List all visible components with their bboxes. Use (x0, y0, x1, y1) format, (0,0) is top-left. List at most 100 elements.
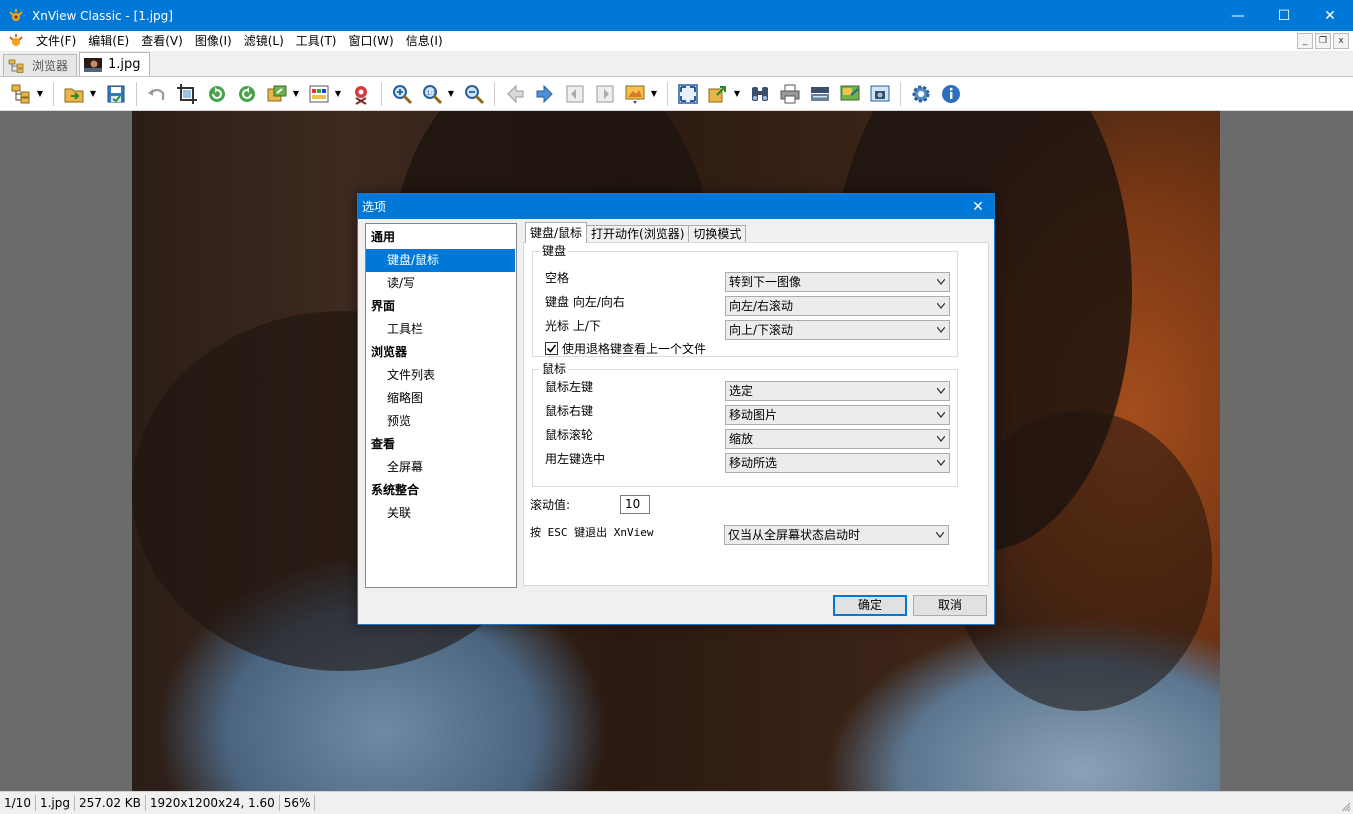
previous-button[interactable] (503, 82, 527, 106)
scanner-button[interactable] (808, 82, 832, 106)
space-key-select[interactable]: 转到下一图像 (725, 272, 950, 292)
menu-tools[interactable]: 工具(T) (290, 31, 343, 51)
tree-item-view[interactable]: 查看 (366, 433, 516, 456)
up-down-key-select[interactable]: 向上/下滚动 (725, 320, 950, 340)
mdi-minimize-button[interactable]: _ (1297, 33, 1313, 49)
browser-icon (11, 84, 30, 103)
mdi-close-button[interactable]: x (1333, 33, 1349, 49)
category-tree: 通用 键盘/鼠标 读/写 界面 工具栏 浏览器 文件列表 缩略图 预览 查看 全… (365, 223, 517, 588)
dialog-close-button[interactable]: ✕ (962, 194, 994, 219)
info-button[interactable] (939, 82, 963, 106)
menu-edit[interactable]: 编辑(E) (82, 31, 135, 51)
left-select-label: 用左键选中 (545, 452, 606, 466)
menu-info[interactable]: 信息(I) (400, 31, 449, 51)
tree-item-thumbnails[interactable]: 缩略图 (366, 387, 516, 410)
print-button[interactable] (778, 82, 802, 106)
wheel-value: 缩放 (729, 432, 754, 446)
right-button-select[interactable]: 移动图片 (725, 405, 950, 425)
adjust-button[interactable] (307, 82, 331, 106)
open-dropdown-arrow[interactable]: ▼ (89, 82, 97, 106)
undo-icon (148, 88, 165, 100)
esc-exit-select[interactable]: 仅当从全屏幕状态启动时 (724, 525, 949, 545)
tree-item-general[interactable]: 通用 (366, 226, 516, 249)
rotate-left-button[interactable] (205, 82, 229, 106)
browser-dropdown-arrow[interactable]: ▼ (36, 82, 44, 106)
document-menu-icon[interactable] (8, 33, 24, 49)
backspace-checkbox[interactable] (545, 342, 558, 355)
convert-button[interactable] (265, 82, 289, 106)
resize-grip-icon[interactable] (1341, 802, 1351, 812)
find-button[interactable] (748, 82, 772, 106)
mdi-restore-button[interactable]: ❐ (1315, 33, 1331, 49)
menu-filter[interactable]: 滤镜(L) (238, 31, 290, 51)
maximize-button[interactable]: ☐ (1261, 0, 1307, 31)
zoom-out-button[interactable] (462, 82, 486, 106)
left-button-select[interactable]: 选定 (725, 381, 950, 401)
zoom-in-button[interactable] (390, 82, 414, 106)
tree-item-preview[interactable]: 预览 (366, 410, 516, 433)
wheel-select[interactable]: 缩放 (725, 429, 950, 449)
settings-button[interactable] (909, 82, 933, 106)
menu-image[interactable]: 图像(I) (189, 31, 238, 51)
first-button[interactable] (563, 82, 587, 106)
tab-browser[interactable]: 浏览器 (3, 54, 78, 76)
tab-open-action[interactable]: 打开动作(浏览器) (586, 225, 690, 243)
browser-button[interactable] (9, 82, 33, 106)
convert-dropdown-arrow[interactable]: ▼ (292, 82, 300, 106)
export-button[interactable] (706, 82, 730, 106)
scroll-value-input[interactable]: 10 (620, 495, 650, 514)
menu-bar: 文件(F) 编辑(E) 查看(V) 图像(I) 滤镜(L) 工具(T) 窗口(W… (0, 31, 1353, 52)
save-button[interactable] (104, 82, 128, 106)
tree-item-keyboard-mouse[interactable]: 键盘/鼠标 (366, 249, 515, 272)
tree-item-read-write[interactable]: 读/写 (366, 272, 516, 295)
up-down-key-label: 光标 上/下 (545, 319, 601, 333)
left-select-value: 移动所选 (729, 456, 778, 470)
last-button[interactable] (593, 82, 617, 106)
ok-button[interactable]: 确定 (833, 595, 907, 616)
zoom-dropdown-arrow[interactable]: ▼ (447, 82, 455, 106)
checkmark-icon (546, 344, 557, 353)
menu-file[interactable]: 文件(F) (30, 31, 82, 51)
chevron-down-icon (937, 412, 945, 418)
crop-button[interactable] (175, 82, 199, 106)
right-button-label: 鼠标右键 (545, 404, 594, 418)
left-select-select[interactable]: 移动所选 (725, 453, 950, 473)
zoom-in-icon (393, 84, 413, 104)
fullscreen-icon (678, 83, 698, 104)
slideshow-dropdown-arrow[interactable]: ▼ (650, 82, 658, 106)
tree-item-toolbar[interactable]: 工具栏 (366, 318, 516, 341)
slideshow-button[interactable] (623, 82, 647, 106)
capture-icon (870, 85, 890, 101)
adjust-dropdown-arrow[interactable]: ▼ (334, 82, 342, 106)
tree-item-file-list[interactable]: 文件列表 (366, 364, 516, 387)
wallpaper-button[interactable] (838, 82, 862, 106)
backspace-checkbox-label[interactable]: 使用退格键查看上一个文件 (562, 341, 706, 357)
undo-button[interactable] (145, 82, 169, 106)
close-button[interactable]: ✕ (1307, 0, 1353, 31)
zoom-actual-button[interactable]: 1:1 (420, 82, 444, 106)
options-tabs: 键盘/鼠标 打开动作(浏览器) 切换模式 (525, 222, 747, 243)
fullscreen-button[interactable] (676, 82, 700, 106)
tree-item-system-integration[interactable]: 系统整合 (366, 479, 516, 502)
menu-window[interactable]: 窗口(W) (342, 31, 399, 51)
redeye-button[interactable] (349, 82, 373, 106)
minimize-button[interactable]: — (1215, 0, 1261, 31)
menu-view[interactable]: 查看(V) (135, 31, 189, 51)
next-button[interactable] (533, 82, 557, 106)
tree-item-fullscreen[interactable]: 全屏幕 (366, 456, 516, 479)
export-dropdown-arrow[interactable]: ▼ (733, 82, 741, 106)
keyboard-group: 键盘 空格 转到下一图像 键盘 向左/向右 向左/右滚动 光标 上/下 向上/下… (532, 244, 958, 357)
tree-item-browser[interactable]: 浏览器 (366, 341, 516, 364)
toolbar-separator (667, 81, 668, 106)
tree-item-associations[interactable]: 关联 (366, 502, 516, 525)
capture-button[interactable] (868, 82, 892, 106)
tab-keyboard-mouse[interactable]: 键盘/鼠标 (525, 222, 588, 243)
tree-item-interface[interactable]: 界面 (366, 295, 516, 318)
space-key-value: 转到下一图像 (729, 275, 802, 289)
tab-switch-mode[interactable]: 切换模式 (688, 225, 747, 243)
tab-image[interactable]: 1.jpg (79, 52, 150, 76)
cancel-button[interactable]: 取消 (913, 595, 987, 616)
left-right-key-select[interactable]: 向左/右滚动 (725, 296, 950, 316)
rotate-right-button[interactable] (235, 82, 259, 106)
open-button[interactable] (62, 82, 86, 106)
